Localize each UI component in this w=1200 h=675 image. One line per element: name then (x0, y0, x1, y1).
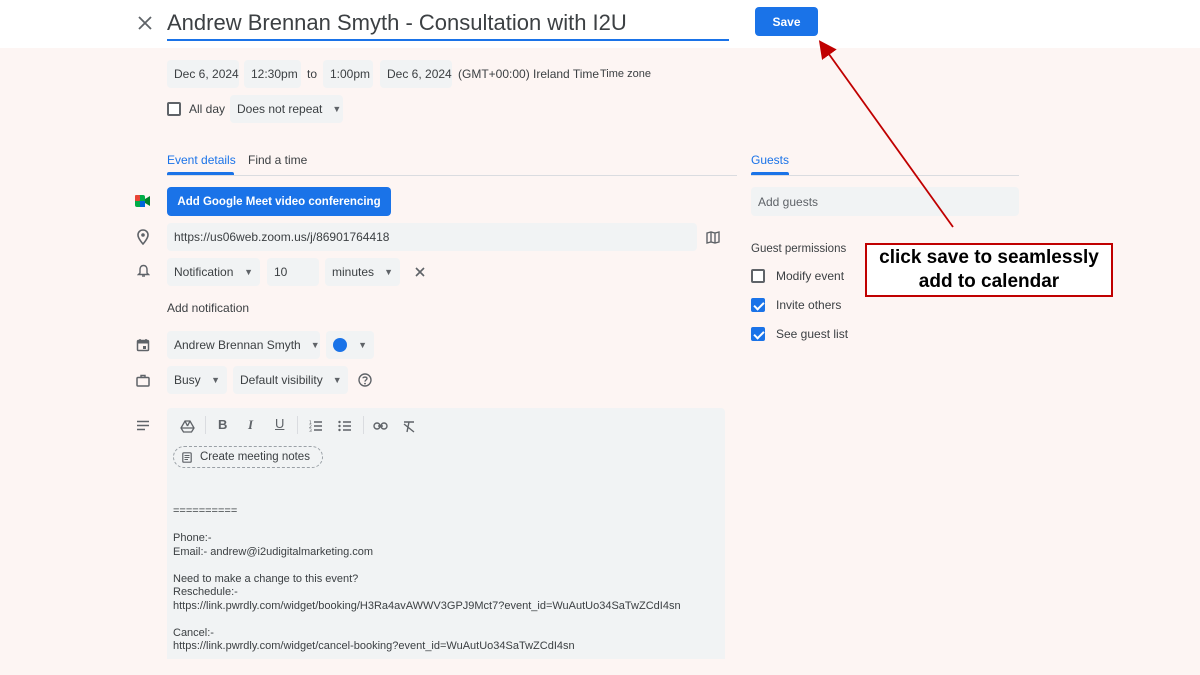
annotation-box: click save to seamlessly add to calendar (865, 243, 1113, 297)
annotation-arrow (818, 40, 954, 228)
annotation-line-2: add to calendar (918, 271, 1060, 292)
annotation-line-1: click save to seamlessly (879, 247, 1099, 268)
